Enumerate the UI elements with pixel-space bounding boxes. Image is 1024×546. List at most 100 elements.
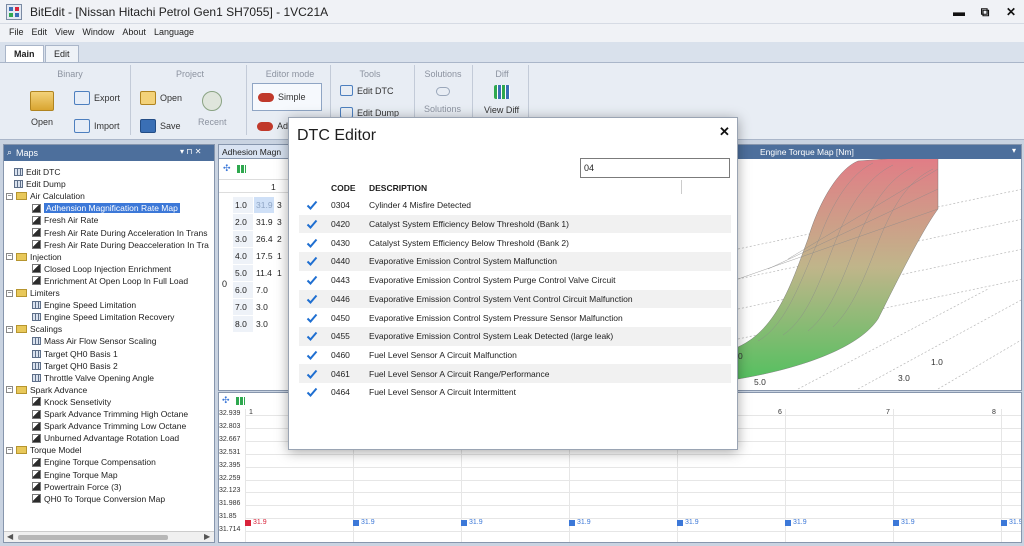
view-diff-button[interactable]: View Diff <box>484 85 519 115</box>
dtc-enabled-checkbox[interactable] <box>306 237 318 249</box>
tree-folder[interactable]: − Torque Model <box>6 444 82 456</box>
collapse-icon[interactable]: − <box>6 253 13 261</box>
menu-file[interactable]: File <box>6 24 29 42</box>
tree-folder[interactable]: − Injection <box>6 251 62 263</box>
tree-item[interactable]: Target QH0 Basis 1 <box>32 348 118 360</box>
minimize-button[interactable]: ▬ <box>946 3 972 21</box>
export-button[interactable]: Export <box>74 91 120 105</box>
collapse-icon[interactable]: − <box>6 446 13 454</box>
tree-item[interactable]: Fresh Air Rate <box>32 214 98 226</box>
graph-point[interactable]: 31.9 <box>677 519 699 526</box>
tree-folder[interactable]: − Limiters <box>6 287 60 299</box>
tree-item[interactable]: Engine Torque Map <box>32 469 118 481</box>
menu-about[interactable]: About <box>119 24 151 42</box>
dtc-row[interactable]: 0450 Evaporative Emission Control System … <box>299 308 731 327</box>
horizontal-scrollbar[interactable]: ◀ ▶ <box>4 531 214 542</box>
dtc-enabled-checkbox[interactable] <box>306 199 318 211</box>
dtc-row[interactable]: 0446 Evaporative Emission Control System … <box>299 289 731 309</box>
table-cell[interactable]: 1 <box>275 248 289 264</box>
tab-engine-torque-map[interactable]: Engine Torque Map [Nm] <box>738 145 1021 159</box>
dtc-row[interactable]: 0443 Evaporative Emission Control System … <box>299 271 731 290</box>
dtc-filter-input[interactable] <box>580 158 730 178</box>
table-cell[interactable]: 7.0 <box>254 282 274 298</box>
tree-item[interactable]: Edit Dump <box>14 178 66 190</box>
table-cell[interactable] <box>275 316 289 332</box>
tree-item[interactable]: Adhension Magnification Rate Map <box>32 202 180 214</box>
table-cell[interactable]: 31.9 <box>254 214 274 230</box>
save-button[interactable]: Save <box>140 119 181 133</box>
scroll-right-icon[interactable]: ▶ <box>204 532 210 541</box>
collapse-icon[interactable]: − <box>6 192 13 200</box>
table-cell[interactable]: 11.4 <box>254 265 274 281</box>
table-cell[interactable]: 31.9 <box>254 197 274 213</box>
table-cell[interactable]: 2 <box>275 231 289 247</box>
dtc-row[interactable]: 0304 Cylinder 4 Misfire Detected <box>299 196 731 215</box>
graph-point[interactable]: 31.9 <box>785 519 807 526</box>
table-cell[interactable]: 3.0 <box>254 299 274 315</box>
dtc-enabled-checkbox[interactable] <box>306 274 318 286</box>
move-icon[interactable]: ✣ <box>223 163 231 174</box>
dtc-row[interactable]: 0430 Catalyst System Efficiency Below Thr… <box>299 233 731 252</box>
collapse-icon[interactable]: − <box>6 289 13 297</box>
graph-point[interactable]: 31.9 <box>245 519 267 526</box>
tree-item[interactable]: Engine Speed Limitation Recovery <box>32 311 174 323</box>
graph-point[interactable]: 31.9 <box>461 519 483 526</box>
graph-point[interactable]: 31.9 <box>353 519 375 526</box>
dtc-enabled-checkbox[interactable] <box>306 330 318 342</box>
dtc-enabled-checkbox[interactable] <box>306 349 318 361</box>
tab-adhesion-map[interactable]: Adhesion Magn <box>219 145 289 159</box>
tree-folder[interactable]: − Air Calculation <box>6 190 85 202</box>
edit-dtc-button[interactable]: Edit DTC <box>340 85 394 96</box>
table-cell[interactable]: 3 <box>275 197 289 213</box>
table-cell[interactable]: 26.4 <box>254 231 274 247</box>
collapse-icon[interactable]: − <box>6 386 13 394</box>
table-cell[interactable] <box>275 299 289 315</box>
grid-view-icon[interactable] <box>237 165 246 173</box>
menu-edit[interactable]: Edit <box>29 24 53 42</box>
dtc-enabled-checkbox[interactable] <box>306 293 318 305</box>
tree-item[interactable]: Fresh Air Rate During Acceleration In Tr… <box>32 227 207 239</box>
dtc-row[interactable]: 0461 Fuel Level Sensor A Circuit Range/Pe… <box>299 364 731 383</box>
panel-controls[interactable]: ▾ ⊓ ✕ <box>180 147 201 156</box>
dtc-enabled-checkbox[interactable] <box>306 255 318 267</box>
open-binary-button[interactable]: Open <box>30 91 54 127</box>
dtc-row[interactable]: 0460 Fuel Level Sensor A Circuit Malfunct… <box>299 346 731 365</box>
dtc-row[interactable]: 0420 Catalyst System Efficiency Below Thr… <box>299 214 731 234</box>
tree-item[interactable]: Engine Speed Limitation <box>32 299 136 311</box>
graph-point[interactable]: 31.9 <box>893 519 915 526</box>
menu-window[interactable]: Window <box>79 24 119 42</box>
tab-main[interactable]: Main <box>5 45 44 62</box>
scroll-left-icon[interactable]: ◀ <box>7 532 13 541</box>
tree-folder[interactable]: − Spark Advance <box>6 384 87 396</box>
close-icon[interactable]: ✕ <box>719 124 730 140</box>
menu-language[interactable]: Language <box>151 24 199 42</box>
dtc-row[interactable]: 0464 Fuel Level Sensor A Circuit Intermit… <box>299 383 731 402</box>
tree-item[interactable]: Spark Advance Trimming Low Octane <box>32 420 186 432</box>
tree-item[interactable]: Mass Air Flow Sensor Scaling <box>32 335 156 347</box>
table-cell[interactable] <box>275 282 289 298</box>
tree-item[interactable]: Engine Torque Compensation <box>32 456 156 468</box>
tree-item[interactable]: Enrichment At Open Loop In Full Load <box>32 275 188 287</box>
graph-point[interactable]: 31.9 <box>569 519 591 526</box>
dtc-enabled-checkbox[interactable] <box>306 218 318 230</box>
table-cell[interactable]: 1 <box>275 265 289 281</box>
dtc-enabled-checkbox[interactable] <box>306 312 318 324</box>
solutions-button[interactable]: Solutions <box>424 87 461 114</box>
close-button[interactable]: ✕ <box>998 3 1024 21</box>
collapse-icon[interactable]: − <box>6 325 13 333</box>
tree-item[interactable]: Throttle Valve Opening Angle <box>32 372 154 384</box>
tab-edit[interactable]: Edit <box>45 45 79 62</box>
table-cell[interactable]: 17.5 <box>254 248 274 264</box>
restore-button[interactable]: ⧉ <box>972 3 998 21</box>
table-cell[interactable]: 3 <box>275 214 289 230</box>
project-open-button[interactable]: Open <box>140 91 182 105</box>
menu-view[interactable]: View <box>52 24 79 42</box>
dtc-row[interactable]: 0440 Evaporative Emission Control System … <box>299 252 731 271</box>
advanced-mode-button[interactable]: Ad <box>257 121 288 131</box>
recent-button[interactable]: Recent <box>198 91 227 127</box>
tree-item[interactable]: Powertrain Force (3) <box>32 481 121 493</box>
scrollbar-thumb[interactable] <box>18 535 168 540</box>
tree-item[interactable]: Spark Advance Trimming High Octane <box>32 408 188 420</box>
dtc-row[interactable]: 0455 Evaporative Emission Control System … <box>299 326 731 346</box>
tree-item[interactable]: QH0 To Torque Conversion Map <box>32 493 165 505</box>
